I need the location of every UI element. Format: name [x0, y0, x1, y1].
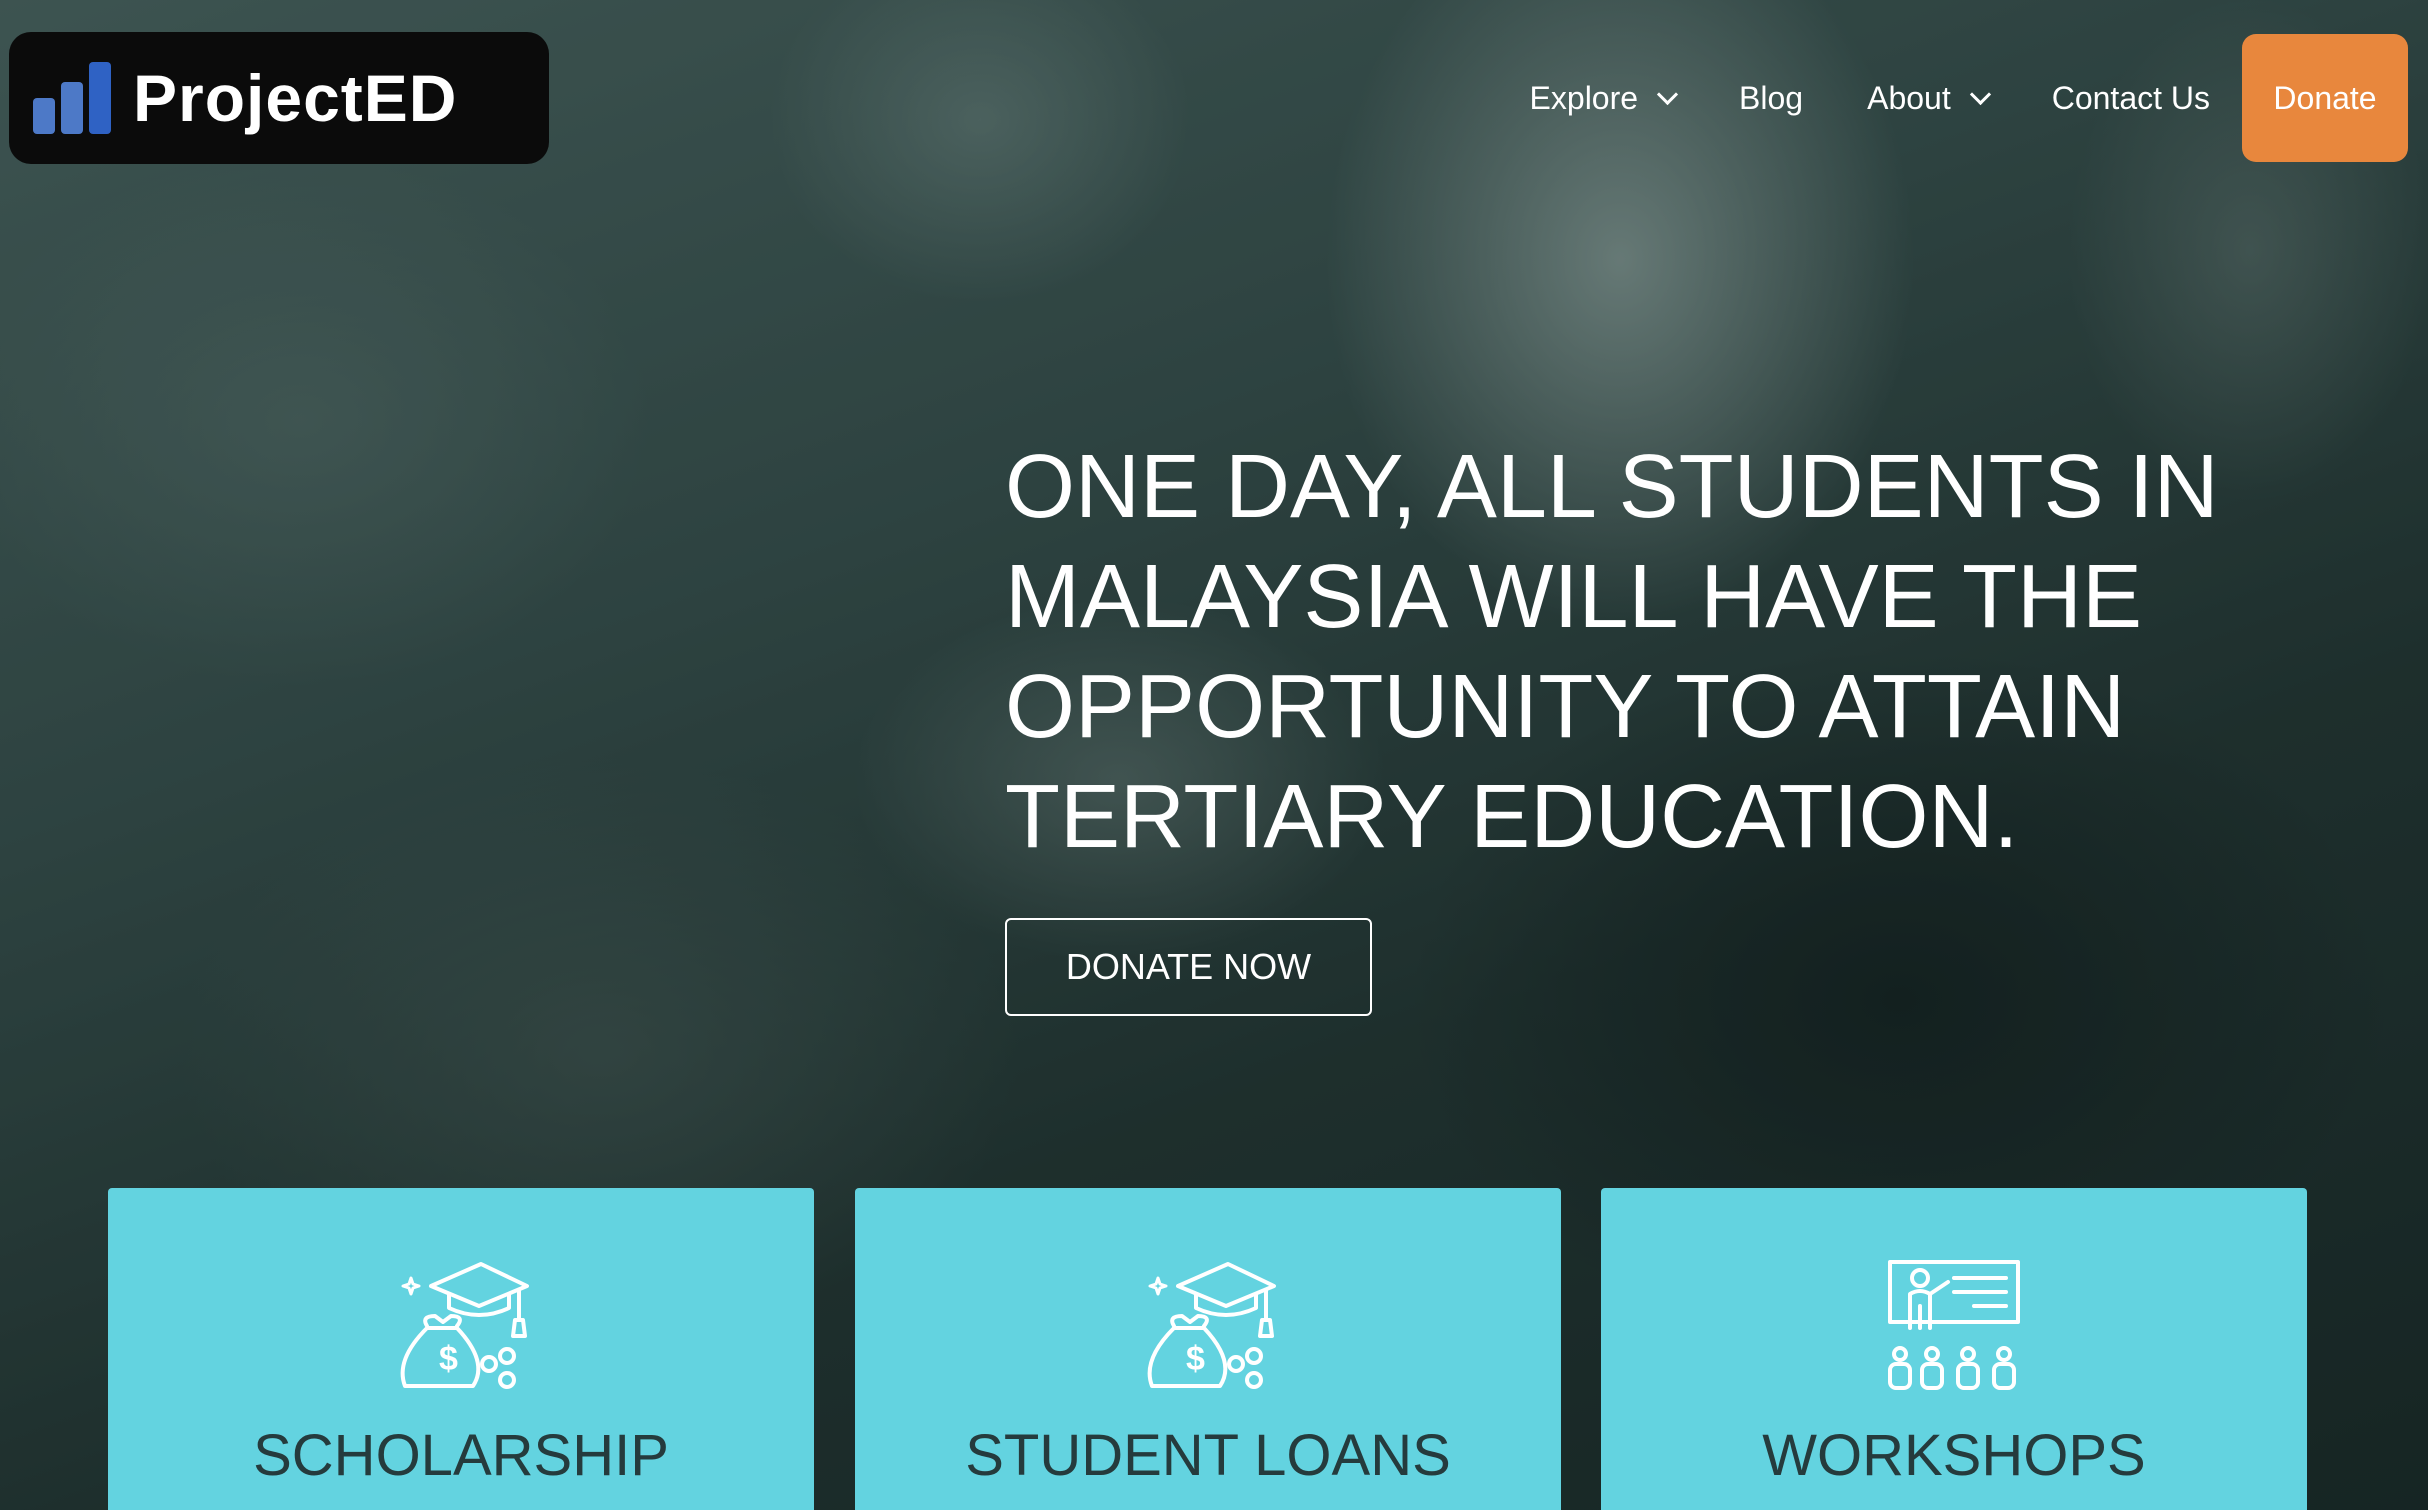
nav-item-label: Contact Us — [2051, 79, 2210, 116]
chevron-down-icon — [1656, 83, 1679, 105]
main-nav: Explore Blog About Contact Us Donate — [1530, 34, 2408, 162]
svg-text:$: $ — [439, 1340, 458, 1378]
bar-chart-logo-icon — [33, 62, 111, 134]
student-loans-card[interactable]: $ STUDENT LOANS — [855, 1188, 1561, 1510]
presenter-audience-icon — [1888, 1260, 2020, 1390]
headline-line: OPPORTUNITY TO ATTAIN — [1005, 657, 2126, 757]
graduation-cap-money-bag-icon: $ — [400, 1262, 529, 1389]
nav-item-contact-us[interactable]: Contact Us — [2052, 80, 2210, 117]
nav-item-label: Explore — [1529, 79, 1639, 116]
chevron-down-icon — [1969, 83, 1991, 105]
brand-name: ProjectED — [133, 61, 458, 135]
nav-item-label: About — [1867, 79, 1951, 116]
headline-line: MALAYSIA WILL HAVE THE — [1005, 547, 2143, 647]
nav-item-label: Blog — [1739, 79, 1804, 116]
hero-headline: ONE DAY, ALL STUDENTS IN MALAYSIA WILL H… — [1005, 432, 2305, 872]
donate-now-button[interactable]: DONATE NOW — [1005, 918, 1372, 1016]
nav-item-about[interactable]: About — [1867, 79, 1991, 117]
card-title: SCHOLARSHIP — [253, 1423, 669, 1488]
graduation-cap-money-bag-icon: $ — [1147, 1262, 1276, 1389]
card-title: WORKSHOPS — [1762, 1423, 2146, 1488]
headline-line: ONE DAY, ALL STUDENTS IN — [1005, 437, 2219, 537]
nav-item-explore[interactable]: Explore — [1529, 79, 1679, 117]
card-title: STUDENT LOANS — [965, 1423, 1451, 1488]
page: ProjectED Explore Blog About Contact Us … — [0, 0, 2428, 1510]
donate-button[interactable]: Donate — [2242, 34, 2408, 162]
nav-item-blog[interactable]: Blog — [1739, 80, 1803, 117]
logo[interactable]: ProjectED — [9, 32, 549, 164]
headline-line: TERTIARY EDUCATION. — [1005, 767, 2019, 867]
workshops-card[interactable]: WORKSHOPS — [1601, 1188, 2307, 1510]
scholarship-card[interactable]: $ SCHOLARSHIP — [108, 1188, 814, 1510]
svg-text:$: $ — [1186, 1340, 1205, 1378]
